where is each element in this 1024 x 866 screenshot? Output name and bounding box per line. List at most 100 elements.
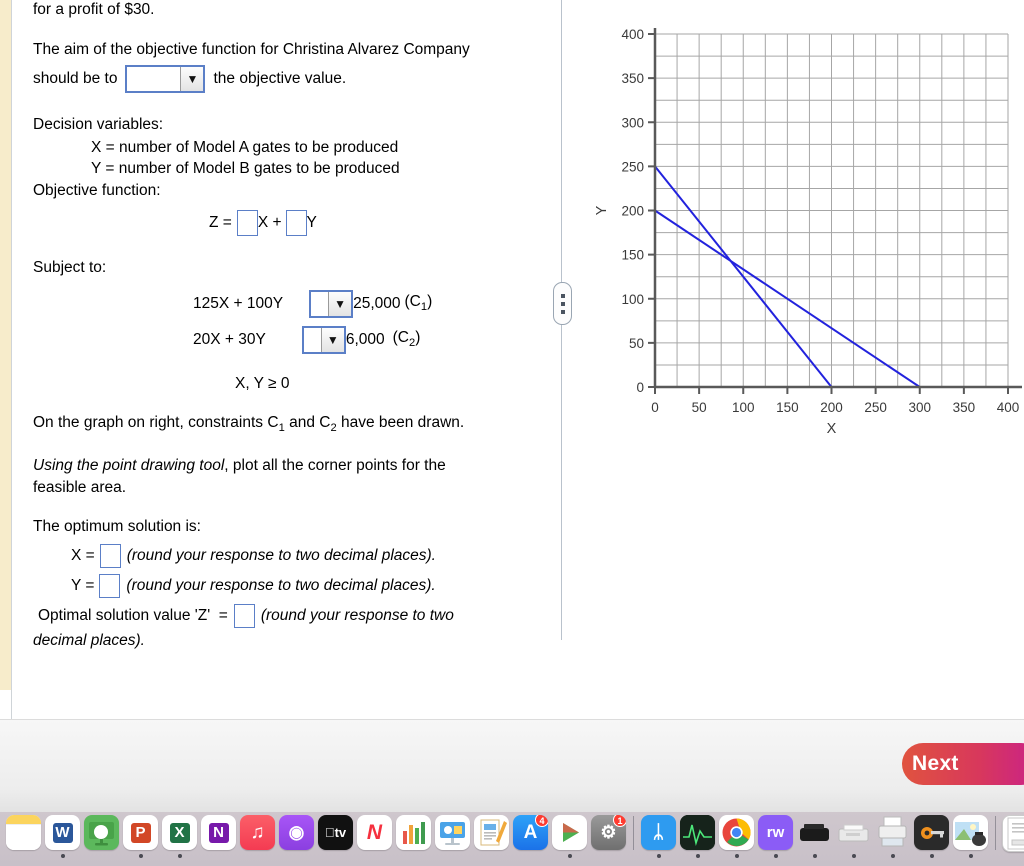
aim-prefix-text: should be to [33, 70, 118, 87]
chevron-down-icon: ▼ [180, 67, 204, 91]
y-tick-label: 0 [636, 380, 644, 395]
y-tick-label: 50 [629, 336, 644, 351]
dock-item-podcasts[interactable]: ◉ [278, 815, 315, 859]
subject-to-heading: Subject to: [33, 259, 107, 276]
dock-item-printer-black[interactable] [796, 815, 833, 859]
dock-item-apple-tv[interactable]: tv [317, 815, 354, 859]
answer-z-input[interactable] [233, 603, 255, 628]
dock-item-notes[interactable] [5, 815, 42, 859]
dock-item-keynote[interactable] [434, 815, 471, 859]
answer-y-label: Y = [71, 576, 95, 594]
dock-item-rapidweaver[interactable]: rw [757, 815, 794, 859]
panel-splitter-handle[interactable] [553, 282, 572, 325]
grip-dot [560, 309, 565, 314]
dock-item-system-preferences[interactable]: ⚙ 1 [590, 815, 627, 859]
answer-y-input[interactable] [99, 573, 121, 598]
dock-item-media-player[interactable] [551, 815, 588, 859]
constraint-2-operator-value [303, 327, 321, 352]
dock-item-music[interactable]: ♫ [239, 815, 276, 859]
objective-z-label: Z = [209, 214, 232, 231]
constraint-1-lhs: 125X + 100Y [193, 294, 284, 312]
aim-suffix-text: the objective value. [213, 70, 347, 87]
constraint-row-1: 125X + 100Y ▼ 25,000 (C1) [33, 289, 550, 318]
y-axis-label: Y [594, 205, 610, 215]
dock-item-printer-white[interactable] [835, 815, 872, 859]
y-tick-label: 350 [621, 71, 644, 86]
notification-badge: 4 [535, 815, 548, 827]
x-tick-label: 100 [732, 400, 755, 415]
constraint-row-2: 20X + 30Y ▼ 6,000 (C2) [33, 325, 550, 354]
constraint-2-label: (C2) [392, 329, 421, 350]
dock-item-app-store[interactable]: A4 [512, 815, 549, 859]
objective-aim-value [127, 67, 181, 91]
y-tick-label: 200 [621, 204, 644, 219]
running-indicator-dot [812, 854, 817, 858]
dock-item-microsoft-excel[interactable]: X [161, 815, 198, 859]
running-indicator-dot [695, 854, 700, 858]
running-indicator-dot [60, 854, 65, 858]
answer-row-y: Y = (round your response to two decimal … [33, 573, 550, 598]
y-tick-label: 100 [621, 292, 644, 307]
dock-item-document-file[interactable] [1002, 815, 1024, 859]
y-tick-label: 400 [621, 27, 644, 42]
dock-item-printer-scanner[interactable] [874, 815, 911, 859]
y-tick-label: 300 [621, 115, 644, 130]
graph-note: On the graph on right, constraints C1 an… [33, 414, 465, 435]
constraint-2-operator-select[interactable]: ▼ [301, 325, 346, 354]
constraint-graph[interactable]: 0 50 100 150 200 250 300 350 400 0 50 100 150 200 250 3… [590, 14, 1024, 434]
answer-z-label: Optimal solution value 'Z' = [38, 606, 228, 624]
objective-x-term-label: X + [257, 214, 282, 231]
objective-coefficient-x-input[interactable] [236, 210, 258, 236]
dock-item-keychain-access[interactable] [913, 815, 950, 859]
dock-item-news[interactable]: N [356, 815, 393, 859]
dock-item-bluetooth[interactable]: ᛦ [640, 815, 677, 859]
running-indicator-dot [138, 854, 143, 858]
y-tick-label: 250 [621, 159, 644, 174]
dock-item-pages[interactable] [473, 815, 510, 859]
nonnegativity-constraint: X, Y ≥ 0 [235, 374, 290, 392]
dock-item-google-chrome[interactable] [718, 815, 755, 859]
x-tick-label: 350 [953, 400, 976, 415]
running-indicator-dot [656, 854, 661, 858]
answer-row-x: X = (round your response to two decimal … [33, 543, 550, 568]
decision-variables-heading: Decision variables: [33, 116, 164, 133]
left-edge-strip [0, 0, 11, 690]
macos-dock[interactable]: WPXN♫◉tvNA4⚙1ᛦrw [0, 812, 1024, 866]
constraint-1-label: (C1) [404, 293, 433, 314]
answer-z-hint: (round your response to two [260, 606, 454, 624]
dock-separator [995, 816, 996, 850]
optimum-solution-heading: The optimum solution is: [33, 518, 201, 536]
answer-row-z: Optimal solution value 'Z' = (round your… [33, 603, 550, 628]
dock-item-microsoft-word[interactable]: W [44, 815, 81, 859]
dock-item-image-capture[interactable] [952, 815, 989, 859]
next-button[interactable]: Next [902, 743, 1024, 785]
decision-variable-x: X = number of Model A gates to be produc… [91, 138, 399, 156]
answer-x-input[interactable] [99, 543, 121, 568]
objective-aim-select[interactable]: ▼ [125, 65, 206, 93]
graph-panel[interactable]: 0 50 100 150 200 250 300 350 400 0 50 100 150 200 250 3… [590, 14, 1024, 434]
constraint-2-lhs: 20X + 30Y [193, 330, 266, 348]
dock-item-screen-share[interactable] [83, 815, 120, 859]
answer-y-hint: (round your response to two decimal plac… [126, 576, 436, 594]
x-tick-label: 200 [820, 400, 843, 415]
objective-function-heading: Objective function: [33, 181, 161, 199]
app-window: for a profit of $30. The aim of the obje… [0, 0, 1024, 866]
objective-y-term-label: Y [306, 214, 317, 231]
dock-item-numbers[interactable] [395, 815, 432, 859]
dock-item-microsoft-onenote[interactable]: N [200, 815, 237, 859]
answer-x-label: X = [71, 546, 95, 564]
drawing-tool-instruction-line2: feasible area. [33, 478, 127, 496]
constraint-1-operator-value [311, 291, 329, 316]
objective-function-expression: Z = X + Y [33, 210, 550, 236]
x-tick-label: 400 [997, 400, 1020, 415]
x-tick-label: 0 [651, 400, 659, 415]
dock-item-microsoft-powerpoint[interactable]: P [122, 815, 159, 859]
objective-coefficient-y-input[interactable] [285, 210, 307, 236]
dock-separator [633, 816, 634, 850]
notification-badge: 1 [613, 815, 626, 827]
constraint-1-operator-select[interactable]: ▼ [309, 289, 354, 318]
dock-item-activity-monitor[interactable] [679, 815, 716, 859]
intro-line: for a profit of $30. [33, 1, 155, 18]
chevron-down-icon: ▼ [320, 327, 344, 352]
answer-z-hint-line2: decimal places). [33, 631, 145, 649]
